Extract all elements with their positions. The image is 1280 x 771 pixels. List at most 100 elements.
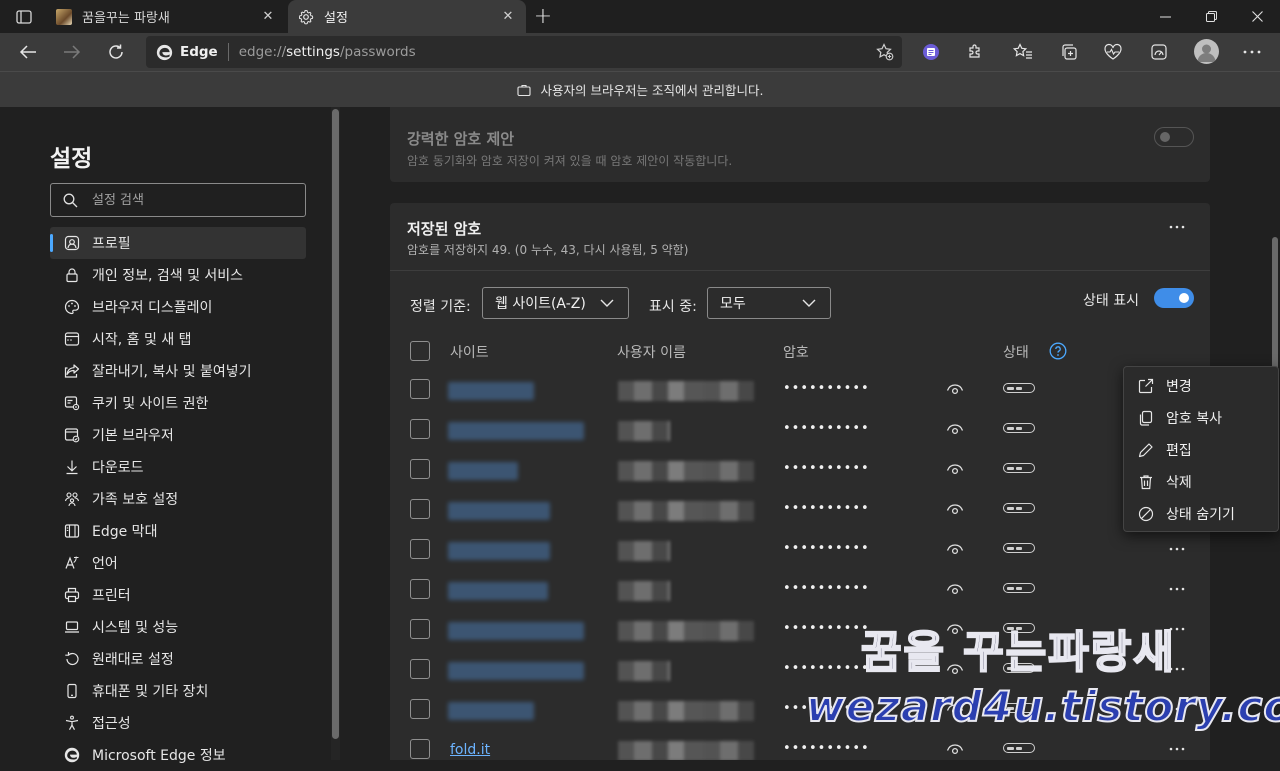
- sidebar-item-accessibility[interactable]: 접근성: [50, 707, 306, 739]
- sidebar-item-appearance[interactable]: 브라우저 디스플레이: [50, 291, 306, 323]
- sidebar-item-system[interactable]: 시스템 및 성능: [50, 611, 306, 643]
- column-site[interactable]: 사이트: [450, 342, 489, 362]
- row-more-button[interactable]: [1166, 619, 1188, 639]
- password-mask: ••••••••••: [783, 661, 870, 676]
- show-password-icon[interactable]: [946, 582, 964, 596]
- sidebar-item-label: 프로필: [92, 236, 131, 252]
- refresh-button[interactable]: [100, 37, 132, 67]
- sidebar-item-phone[interactable]: 휴대폰 및 기타 장치: [50, 675, 306, 707]
- password-row: ••••••••••: [390, 649, 1210, 689]
- puzzle-icon: [969, 44, 980, 58]
- row-checkbox[interactable]: [410, 659, 430, 679]
- menu-item-change[interactable]: 변경: [1124, 370, 1278, 402]
- sidebar-item-default-browser[interactable]: 기본 브라우저: [50, 419, 306, 451]
- sidebar-item-about[interactable]: Microsoft Edge 정보: [50, 739, 306, 771]
- sidebar-item-site-permissions[interactable]: 쿠키 및 사이트 권한: [50, 387, 306, 419]
- sidebar-item-reset[interactable]: 원래대로 설정: [50, 643, 306, 675]
- sidebar-item-family[interactable]: 가족 보호 설정: [50, 483, 306, 515]
- show-password-icon[interactable]: [946, 622, 964, 636]
- tab-close-icon[interactable]: ✕: [500, 9, 516, 25]
- row-checkbox[interactable]: [410, 499, 430, 519]
- help-icon[interactable]: [1049, 342, 1067, 360]
- sidebar-item-downloads[interactable]: 다운로드: [50, 451, 306, 483]
- row-more-button[interactable]: [1166, 539, 1188, 559]
- row-checkbox[interactable]: [410, 619, 430, 639]
- tab-blog[interactable]: 꿈을꾸는 파랑새 ✕: [46, 0, 286, 33]
- site-link[interactable]: fold.it: [450, 742, 490, 758]
- sidebar-scrollbar[interactable]: [331, 107, 340, 760]
- new-tab-button[interactable]: +: [530, 4, 556, 29]
- tab-actions-button[interactable]: [8, 6, 40, 28]
- show-password-icon[interactable]: [946, 422, 964, 436]
- settings-menu-button[interactable]: [1241, 42, 1263, 62]
- column-username[interactable]: 사용자 이름: [617, 342, 686, 362]
- row-checkbox[interactable]: [410, 739, 430, 759]
- saved-passwords-more-button[interactable]: [1166, 217, 1188, 237]
- show-password-icon[interactable]: [946, 742, 964, 756]
- menu-item-edit[interactable]: 편집: [1124, 434, 1278, 466]
- row-checkbox[interactable]: [410, 379, 430, 399]
- extensions-button[interactable]: [964, 42, 986, 62]
- sidebar-item-share[interactable]: 잘라내기, 복사 및 붙여넣기: [50, 355, 306, 387]
- forward-button[interactable]: [56, 37, 88, 67]
- tab-close-icon[interactable]: ✕: [260, 9, 276, 25]
- row-checkbox[interactable]: [410, 539, 430, 559]
- performance-button[interactable]: [1148, 42, 1170, 62]
- row-more-button[interactable]: [1166, 659, 1188, 679]
- row-checkbox[interactable]: [410, 419, 430, 439]
- sidebar-scrollbar-thumb[interactable]: [332, 109, 339, 739]
- show-password-icon[interactable]: [946, 662, 964, 676]
- site-permissions-icon: [64, 395, 80, 411]
- show-password-icon[interactable]: [946, 702, 964, 716]
- back-button[interactable]: [12, 37, 44, 67]
- search-input[interactable]: [92, 192, 292, 208]
- restore-button[interactable]: [1188, 0, 1234, 33]
- show-password-icon[interactable]: [946, 542, 964, 556]
- row-checkbox[interactable]: [410, 579, 430, 599]
- browser-essentials-button[interactable]: [1102, 42, 1124, 62]
- more-horizontal-icon: [1169, 707, 1185, 711]
- sidebar-item-languages[interactable]: 언어: [50, 547, 306, 579]
- gear-icon: [298, 9, 314, 24]
- select-all-checkbox[interactable]: [410, 341, 430, 361]
- menu-item-copy-password[interactable]: 암호 복사: [1124, 402, 1278, 434]
- redacted-site: [448, 622, 584, 640]
- favorites-button[interactable]: [1012, 42, 1034, 62]
- menu-item-delete[interactable]: 삭제: [1124, 466, 1278, 498]
- show-password-icon[interactable]: [946, 462, 964, 476]
- extension-button[interactable]: [920, 42, 942, 62]
- row-more-button[interactable]: [1166, 699, 1188, 719]
- show-dropdown[interactable]: 모두: [707, 287, 831, 319]
- show-password-icon[interactable]: [946, 502, 964, 516]
- address-bar[interactable]: Edge edge://settings/passwords: [146, 36, 902, 68]
- redacted-username: [618, 421, 670, 441]
- row-checkbox[interactable]: [410, 699, 430, 719]
- sidebar-item-printers[interactable]: 프린터: [50, 579, 306, 611]
- sort-dropdown[interactable]: 웹 사이트(A-Z): [482, 287, 629, 319]
- row-more-button[interactable]: [1166, 579, 1188, 599]
- menu-item-hide-status[interactable]: 상태 숨기기: [1124, 498, 1278, 530]
- sidebar-item-start[interactable]: 시작, 홈 및 새 탭: [50, 323, 306, 355]
- toggle-knob: [1179, 293, 1189, 303]
- row-more-button[interactable]: [1166, 739, 1188, 759]
- sidebar-item-edge-bar[interactable]: Edge 막대: [50, 515, 306, 547]
- add-favorite-icon[interactable]: [876, 43, 894, 61]
- minimize-button[interactable]: [1142, 0, 1188, 33]
- sidebar-item-profile[interactable]: 프로필: [50, 227, 306, 259]
- tab-settings[interactable]: 설정 ✕: [288, 0, 526, 33]
- page-scrollbar-thumb[interactable]: [1272, 237, 1278, 387]
- collections-button[interactable]: [1058, 42, 1080, 62]
- settings-search[interactable]: [50, 183, 306, 217]
- show-password-icon[interactable]: [946, 382, 964, 396]
- profile-avatar[interactable]: [1194, 39, 1219, 64]
- password-status-indicator: [1003, 463, 1035, 473]
- palette-icon: [64, 299, 80, 315]
- password-suggest-toggle[interactable]: [1154, 127, 1194, 147]
- close-window-button[interactable]: [1234, 0, 1280, 33]
- row-checkbox[interactable]: [410, 459, 430, 479]
- sidebar-item-privacy[interactable]: 개인 정보, 검색 및 서비스: [50, 259, 306, 291]
- redacted-site: [448, 422, 584, 440]
- reset-icon: [64, 651, 80, 667]
- browser-toolbar: Edge edge://settings/passwords: [0, 33, 1280, 71]
- show-status-toggle[interactable]: [1154, 288, 1194, 308]
